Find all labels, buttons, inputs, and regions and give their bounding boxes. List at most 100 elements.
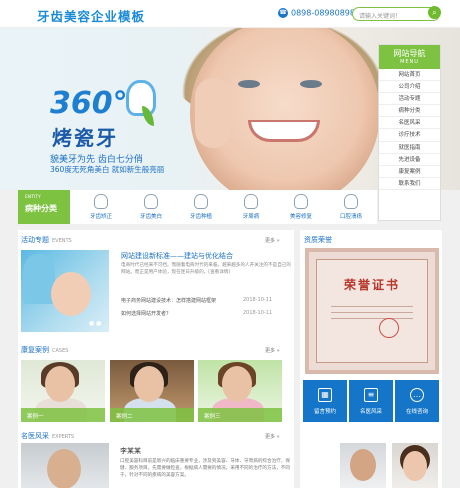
case-person-face [134, 366, 164, 402]
hero-big-number: 360° [50, 86, 128, 121]
nav-item-about[interactable]: 公司介绍 [379, 81, 440, 94]
hero-eye-right [300, 80, 322, 88]
case-person-face [45, 366, 75, 402]
expert-face [403, 451, 427, 481]
certificate-image[interactable]: 荣誉证书 [305, 248, 439, 374]
page: 牙齿美容企业模板 ☎ 0898-08980898 请输入关键词！ ⌕ 360° 烤… [0, 0, 460, 488]
certificate-frame: 荣誉证书 [316, 259, 428, 363]
category-label: 牙周病 [242, 214, 260, 220]
search-icon[interactable]: ⌕ [428, 6, 441, 19]
case-caption: 案例三 [198, 408, 282, 422]
tooth-icon [344, 194, 358, 209]
nav-item-experts[interactable]: 名医风采 [379, 117, 440, 130]
certificate-text-line [331, 312, 413, 313]
category-implant[interactable]: 牙齿种植 [176, 190, 226, 224]
honors-section-title: 资质荣誉 [304, 236, 332, 244]
category-title: 病种分类 [25, 204, 57, 213]
case-caption: 案例一 [21, 408, 105, 422]
case-card[interactable]: 案例二 [110, 360, 194, 422]
case-person-face [222, 366, 252, 402]
search-input[interactable]: 请输入关键词！ [352, 7, 440, 21]
chat-icon: … [410, 388, 424, 402]
case-caption: 案例二 [110, 408, 194, 422]
nav-title: 网站导航 [393, 49, 426, 58]
certificate-text-line [331, 318, 413, 319]
category-label: 美容修复 [289, 214, 312, 220]
expert-description: 口腔美容科目前是新兴的临床重要专业，涉及到美容、牙体、牙周病的综合治疗，保健、服… [120, 459, 290, 478]
expert-name[interactable]: 李某某 [120, 446, 141, 456]
expert-face [47, 449, 81, 488]
expert-face [350, 449, 376, 481]
hotline: ☎ 0898-08980898 [278, 8, 355, 18]
hero-model-hand [195, 78, 231, 148]
expert-photo[interactable] [340, 443, 386, 488]
tooth-logo-icon [126, 80, 156, 116]
category-label: 牙齿矫正 [89, 214, 112, 220]
category-label: 牙齿种植 [189, 214, 212, 220]
nav-subtitle: MENU [400, 59, 419, 65]
activity-more-link[interactable]: 更多 » [265, 237, 280, 244]
nav-item-guide[interactable]: 就医指南 [379, 142, 440, 154]
category-en: ENTITY [25, 195, 41, 200]
news-item-title[interactable]: 电子商务网站建设技术：怎样搭建网站框架 [121, 297, 216, 304]
nav-item-home[interactable]: 网站首页 [379, 69, 440, 82]
tooth-icon [194, 194, 208, 209]
category-periodontal[interactable]: 牙周病 [226, 190, 276, 224]
hero-subslogan: 360度无死角美白 就如新生般亮丽 [50, 165, 165, 174]
activity-headline[interactable]: 网站建设新标准——建站与优化结合 [121, 251, 233, 261]
experts-more-link[interactable]: 更多 » [265, 433, 280, 440]
site-nav: 网站导航 MENU 网站首页 公司介绍 活动专题 病种分类 名医风采 诊疗技术 … [378, 44, 441, 221]
child-patient-figure [51, 272, 91, 316]
cases-more-link[interactable]: 更多 » [265, 347, 280, 354]
hero-eye-left [238, 80, 260, 88]
appointment-label: 留言预约 [313, 409, 336, 415]
header: 牙齿美容企业模板 ☎ 0898-08980898 请输入关键词！ ⌕ [0, 0, 460, 28]
certificate-title: 荣誉证书 [343, 278, 400, 292]
nav-item-diseases[interactable]: 病种分类 [379, 105, 440, 118]
category-orthodontics[interactable]: 牙齿矫正 [76, 190, 126, 224]
experts-section-title: 名医风采 EXPERTS [21, 432, 75, 440]
case-card[interactable]: 案例一 [21, 360, 105, 422]
online-consult-label: 在线咨询 [405, 409, 428, 415]
nav-item-contact[interactable]: 联系我们 [379, 178, 440, 190]
nav-item-techniques[interactable]: 诊疗技术 [379, 129, 440, 142]
news-item-title[interactable]: 如何选择网站开发者？ [121, 310, 171, 317]
news-item-date: 2018-10-11 [243, 297, 273, 303]
slider-controls[interactable]: ● ● [89, 320, 101, 327]
news-item-date: 2018-10-11 [243, 310, 273, 316]
expert-photo[interactable] [392, 443, 438, 488]
nav-header: 网站导航 MENU [379, 45, 440, 69]
hero-smile [248, 120, 320, 142]
site-logo[interactable]: 牙齿美容企业模板 [37, 6, 145, 25]
tooth-icon [244, 194, 258, 209]
case-card[interactable]: 案例三 [198, 360, 282, 422]
category-label: 口腔溃疡 [339, 214, 362, 220]
online-consult-button[interactable]: … 在线咨询 [395, 380, 439, 422]
calendar-icon: ▦ [318, 388, 332, 402]
category-header: ENTITY 病种分类 [18, 190, 70, 224]
cases-section-title: 康复案例 CASES [21, 346, 69, 354]
seal-icon [379, 318, 399, 338]
hotline-number: 0898-08980898 [291, 8, 355, 18]
phone-icon: ☎ [278, 8, 288, 18]
tooth-icon [94, 194, 108, 209]
expert-photo[interactable] [21, 443, 109, 488]
experts-label: 名医风采 [359, 409, 382, 415]
category-whitening[interactable]: 牙齿美白 [126, 190, 176, 224]
appointment-button[interactable]: ▦ 留言预约 [303, 380, 347, 422]
nav-item-events[interactable]: 活动专题 [379, 93, 440, 106]
experts-button[interactable]: ≡ 名医风采 [349, 380, 393, 422]
document-icon: ≡ [364, 388, 378, 402]
nav-item-equipment[interactable]: 先进设备 [379, 154, 440, 166]
nav-item-cases[interactable]: 康复案例 [379, 166, 440, 178]
category-label: 牙齿美白 [139, 214, 162, 220]
category-cosmetic[interactable]: 美容修复 [276, 190, 326, 224]
certificate-text-line [331, 306, 413, 307]
hero-big-text: 烤瓷牙 [52, 126, 118, 150]
category-strip: ENTITY 病种分类 牙齿矫正 牙齿美白 牙齿种植 牙周病 美容修复 口腔溃疡 [18, 190, 377, 224]
activity-section-title: 活动专题 EVENTS [21, 236, 72, 244]
category-ulcer[interactable]: 口腔溃疡 [326, 190, 376, 224]
tooth-icon [294, 194, 308, 209]
activity-summary: 电商时代已经来不可挡。而随着电商时代的来临，越来越多的人开关注的不是自己的网站。… [121, 263, 291, 275]
tooth-icon [144, 194, 158, 209]
